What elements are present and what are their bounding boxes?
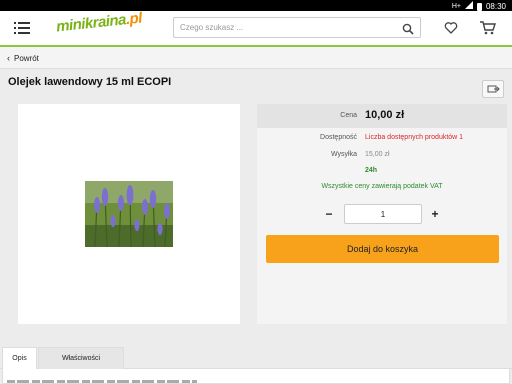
tab-wlasciwosci[interactable]: Właściwości: [38, 347, 124, 369]
description-text-cutoff: [7, 380, 197, 383]
battery-icon: [476, 2, 482, 11]
menu-icon[interactable]: [14, 21, 30, 35]
back-label: Powrót: [14, 53, 39, 63]
search-box: [173, 17, 421, 38]
quantity-input[interactable]: [344, 204, 422, 224]
chevron-left-icon: ‹: [7, 53, 10, 63]
quantity-increase-button[interactable]: +: [425, 204, 445, 224]
search-input[interactable]: [180, 21, 395, 34]
availability-value: Liczba dostępnych produktów 1: [365, 134, 464, 141]
search-icon[interactable]: [402, 22, 414, 35]
vat-note: Wszystkie ceny zawierają podatek VAT: [321, 183, 443, 190]
price-label: Cena: [340, 112, 357, 119]
product-info-panel: Cena 10,00 zł Dostępność Liczba dostępny…: [257, 104, 507, 324]
price-value: 10,00 zł: [365, 109, 405, 121]
status-bar: H+ 08:30: [0, 0, 512, 11]
logo-text: minikraina.pl: [55, 9, 143, 36]
add-to-cart-button[interactable]: Dodaj do koszyka: [266, 235, 499, 263]
quantity-decrease-button[interactable]: −: [319, 204, 339, 224]
shipping-time: 24h: [365, 167, 378, 174]
product-image-panel: [18, 104, 240, 324]
tab-opis[interactable]: Opis: [2, 347, 37, 369]
network-type: H+: [451, 3, 461, 10]
app-header: minikraina.pl: [0, 10, 512, 45]
share-button[interactable]: [482, 80, 504, 98]
share-icon: [483, 84, 503, 101]
heart-icon[interactable]: [444, 21, 458, 35]
status-time: 08:30: [485, 2, 506, 11]
availability-label: Dostępność: [320, 134, 357, 141]
logo[interactable]: minikraina.pl: [55, 10, 142, 42]
product-tabs: Opis Właściwości: [0, 347, 512, 369]
product-image[interactable]: [85, 181, 173, 247]
back-button[interactable]: ‹ Powrót: [7, 53, 39, 63]
cart-icon[interactable]: [480, 21, 496, 35]
product-title: Olejek lawendowy 15 ml ECOPI: [8, 76, 172, 88]
shipping-value: 15,00 zł: [365, 151, 390, 158]
shipping-label: Wysyłka: [331, 151, 357, 158]
tab-content: [2, 369, 510, 384]
back-bar: ‹ Powrót: [0, 47, 512, 69]
